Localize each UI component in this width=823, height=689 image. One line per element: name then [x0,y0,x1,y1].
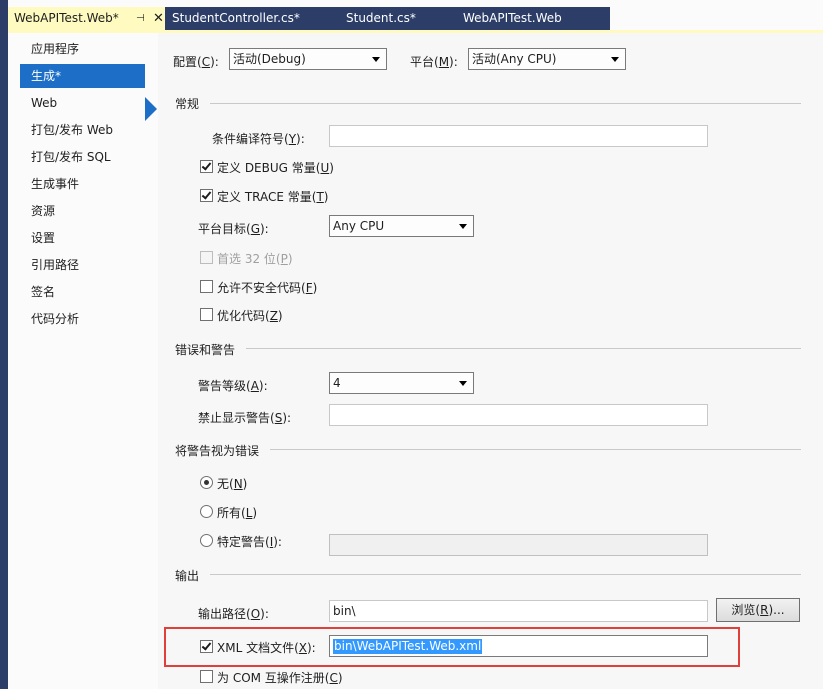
selected-arrow-icon [145,97,157,121]
window-left-edge [0,0,8,689]
treat-all-label: 所有(L) [217,506,258,520]
optimize-checkbox[interactable] [200,308,213,321]
section-general-title: 常规 [175,97,200,111]
platform-label: 平台(M): [410,55,458,69]
platform-dropdown[interactable]: 活动(Any CPU) [468,48,626,70]
sidebar-item-package-sql[interactable]: 打包/发布 SQL [20,145,145,169]
tab-webapitest-web-active[interactable]: WebAPITest.Web* ⊣ ✕ [8,7,165,30]
browse-button[interactable]: 浏览(R)... [716,598,800,622]
tab-label: StudentController.cs* [172,11,300,25]
sidebar-item-build-events[interactable]: 生成事件 [20,172,145,196]
section-output-title: 输出 [175,569,200,583]
platform-target-value: Any CPU [333,219,385,233]
config-value: 活动(Debug) [233,52,306,66]
config-label: 配置(C): [173,55,219,69]
com-interop-label: 为 COM 互操作注册(C) [217,671,343,685]
chevron-down-icon [459,224,467,229]
warning-level-label: 警告等级(A): [198,379,268,393]
sidebar-item-label: 引用路径 [31,258,80,272]
sidebar-item-application[interactable]: 应用程序 [20,37,145,61]
treat-none-radio[interactable] [200,476,213,489]
warning-level-dropdown[interactable]: 4 [329,372,474,394]
sidebar-item-package-web[interactable]: 打包/发布 Web [20,118,145,142]
sidebar-item-label: 代码分析 [31,312,80,326]
treat-none-label: 无(N) [217,477,248,491]
property-page-sidebar: 应用程序 生成* Web 打包/发布 Web 打包/发布 SQL 生成事件 资源… [8,33,158,689]
section-divider [210,103,801,104]
sidebar-item-label: 生成* [31,69,62,83]
prefer32-label: 首选 32 位(P) [217,252,293,266]
tab-webapitest-web[interactable]: WebAPITest.Web [463,7,562,30]
treat-specific-radio[interactable] [200,534,213,547]
chevron-down-icon [372,57,380,62]
output-path-input[interactable]: bin\ [329,600,708,622]
debug-label: 定义 DEBUG 常量(U) [217,161,334,175]
chevron-down-icon [611,57,619,62]
suppress-warnings-label: 禁止显示警告(S): [198,411,292,425]
unsafe-checkbox[interactable] [200,280,213,293]
sidebar-item-label: 设置 [31,231,56,245]
tab-student-controller[interactable]: StudentController.cs* [172,7,300,30]
unsafe-label: 允许不安全代码(F) [217,281,318,295]
trace-checkbox[interactable] [200,189,213,202]
section-treat-warnings-title: 将警告视为错误 [175,444,260,458]
sidebar-item-signing[interactable]: 签名 [20,280,145,304]
sidebar-item-label: 签名 [31,285,56,299]
config-dropdown[interactable]: 活动(Debug) [229,48,387,70]
specific-warnings-input [329,534,708,556]
sidebar-item-label: 生成事件 [31,177,80,191]
warning-level-value: 4 [333,376,341,390]
sidebar-item-label: 打包/发布 Web [31,123,114,137]
symbols-label: 条件编译符号(Y): [212,132,305,146]
sidebar-item-settings[interactable]: 设置 [20,226,145,250]
sidebar-item-resources[interactable]: 资源 [20,199,145,223]
symbols-input[interactable] [329,125,708,147]
tab-label: WebAPITest.Web [463,11,562,25]
platform-target-dropdown[interactable]: Any CPU [329,215,474,237]
sidebar-item-code-analysis[interactable]: 代码分析 [20,307,145,331]
sidebar-item-label: 应用程序 [31,42,80,56]
optimize-label: 优化代码(Z) [217,309,283,323]
build-properties-page: 配置(C): 活动(Debug) 平台(M): 活动(Any CPU) 常规 条… [158,33,823,689]
sidebar-item-reference-paths[interactable]: 引用路径 [20,253,145,277]
close-icon[interactable]: ✕ [153,7,164,30]
chevron-down-icon [459,381,467,386]
section-divider [246,348,801,349]
sidebar-item-label: Web [31,96,58,110]
output-path-label: 输出路径(O): [198,607,269,621]
prefer32-checkbox [200,251,213,264]
trace-label: 定义 TRACE 常量(T) [217,190,329,204]
treat-specific-label: 特定警告(I): [217,535,282,549]
section-divider [210,574,801,575]
com-interop-checkbox[interactable] [200,670,213,683]
section-divider [270,449,801,450]
sidebar-item-label: 资源 [31,204,56,218]
section-errors-title: 错误和警告 [175,343,236,357]
tab-label: WebAPITest.Web* [14,11,119,25]
platform-target-label: 平台目标(G): [198,222,269,236]
sidebar-item-label: 打包/发布 SQL [31,150,111,164]
treat-all-radio[interactable] [200,505,213,518]
pin-icon[interactable]: ⊣ [136,7,145,30]
debug-checkbox[interactable] [200,160,213,173]
platform-value: 活动(Any CPU) [472,52,557,66]
sidebar-item-build[interactable]: 生成* [20,64,145,88]
tab-label: Student.cs* [346,11,416,25]
highlight-annotation-box [164,627,740,667]
tab-student[interactable]: Student.cs* [346,7,416,30]
suppress-warnings-input[interactable] [329,404,708,426]
sidebar-item-web[interactable]: Web [20,91,145,115]
